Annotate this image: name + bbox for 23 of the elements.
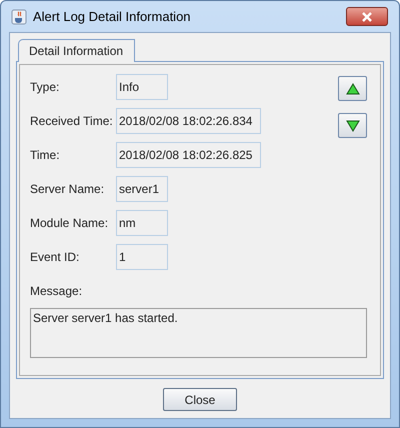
down-triangle-icon [346,120,360,132]
field-label: Module Name: [30,216,110,230]
close-icon[interactable] [346,7,388,26]
field-label: Server Name: [30,182,106,196]
field-label: Event ID: [30,250,80,264]
field-label: Type: [30,80,60,94]
down-button[interactable] [338,113,367,138]
window-title: Alert Log Detail Information [33,9,192,24]
text-field[interactable]: 2018/02/08 18:02:26.825 [116,142,262,168]
field-label: Received Time: [30,114,114,128]
message-area[interactable]: Server server1 has started. [30,308,367,358]
field-label: Time: [30,148,61,162]
message-label: Message: [30,284,84,298]
close-button[interactable]: Close [163,388,237,411]
text-field[interactable]: 1 [116,244,168,270]
text-field[interactable]: Info [116,74,168,100]
tab[interactable]: Detail Information [18,39,136,62]
text-field[interactable]: 2018/02/08 18:02:26.834 [116,108,262,134]
text-field[interactable]: nm [116,210,168,236]
up-triangle-icon [346,82,360,94]
up-button[interactable] [338,76,367,101]
java-cup-icon [11,8,27,24]
text-field[interactable]: server1 [116,176,168,202]
